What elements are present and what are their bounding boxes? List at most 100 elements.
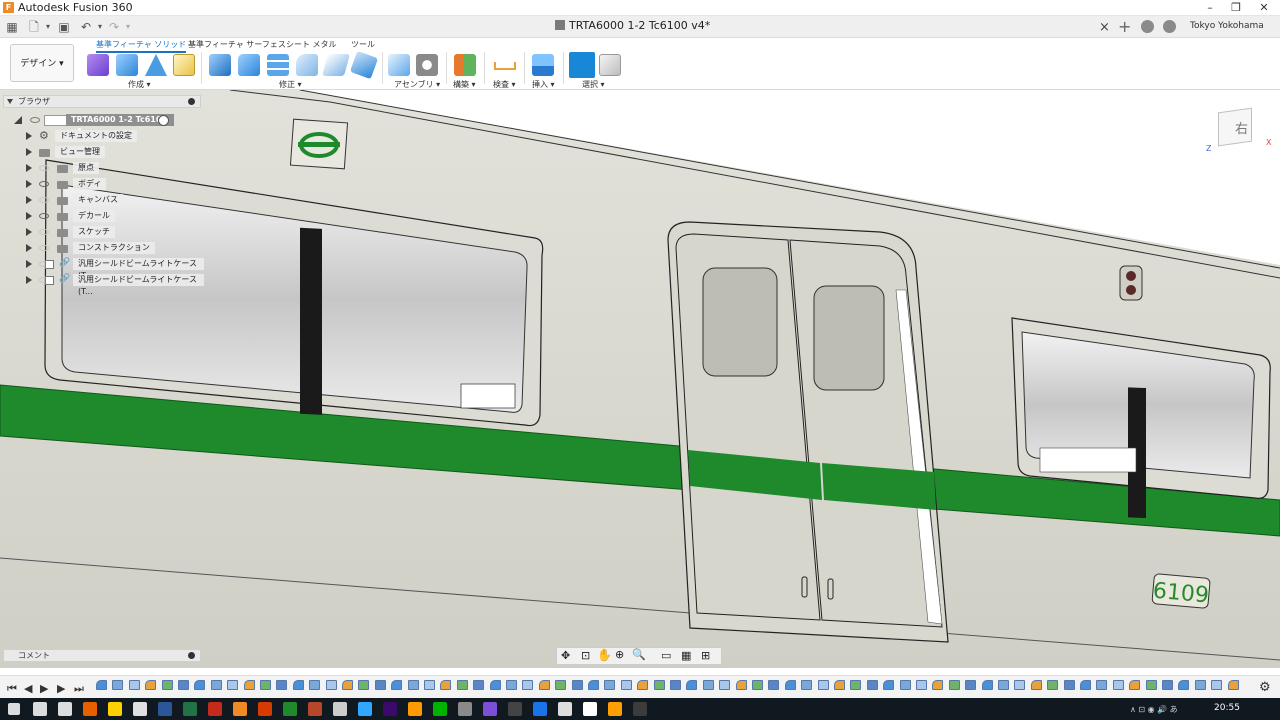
tab-tools[interactable]: ツール	[351, 39, 375, 50]
viewports-icon[interactable]: ⊞	[701, 649, 710, 662]
modify-group-label[interactable]: 修正 ▾	[279, 79, 302, 90]
visibility-eye-icon[interactable]	[39, 229, 49, 235]
timeline-feature-icon[interactable]	[1030, 680, 1042, 690]
fit-zoom-icon[interactable]: 🔍	[632, 648, 646, 661]
construct-group-label[interactable]: 構築 ▾	[453, 79, 476, 90]
shell-icon[interactable]	[267, 54, 289, 76]
timeline-feature-icon[interactable]	[358, 680, 370, 690]
timeline-feature-icon[interactable]	[440, 680, 452, 690]
timeline-feature-icon[interactable]	[981, 680, 993, 690]
timeline-feature-icon[interactable]	[834, 680, 845, 690]
pan-hand-icon[interactable]: ✋	[597, 648, 612, 662]
browser-tree-item[interactable]: デカール	[26, 210, 204, 223]
visibility-eye-icon[interactable]	[39, 165, 49, 171]
timeline-feature-icon[interactable]	[1047, 680, 1059, 690]
maximize-button[interactable]: ❐	[1222, 0, 1250, 16]
timeline-feature-icon[interactable]	[604, 680, 616, 690]
expand-arrow-icon[interactable]	[26, 276, 32, 284]
taskbar-app-icon[interactable]	[108, 702, 122, 716]
taskbar-app-icon[interactable]	[133, 702, 147, 716]
timeline-feature-icon[interactable]	[1014, 680, 1026, 690]
timeline-feature-icon[interactable]	[489, 680, 501, 690]
timeline-feature-icon[interactable]	[1145, 680, 1157, 690]
expand-arrow-icon[interactable]	[26, 212, 32, 220]
timeline-feature-icon[interactable]	[555, 680, 567, 690]
timeline-feature-icon[interactable]	[210, 680, 222, 690]
comments-panel-header[interactable]: コメント	[3, 649, 201, 662]
browser-tree-item[interactable]: コンストラクション	[26, 242, 204, 255]
timeline-feature-icon[interactable]	[588, 680, 599, 690]
insert-image-icon[interactable]	[532, 54, 554, 76]
timeline-feature-icon[interactable]	[571, 680, 583, 690]
timeline-feature-icon[interactable]	[965, 680, 977, 690]
expand-arrow-icon[interactable]	[26, 180, 32, 188]
split-icon[interactable]	[349, 50, 379, 80]
job-status-icon[interactable]	[1141, 20, 1154, 33]
timeline-feature-icon[interactable]	[752, 680, 763, 690]
workspace-switcher-button[interactable]: デザイン ▾	[10, 44, 74, 82]
timeline-start-button[interactable]: ⏮	[7, 682, 17, 696]
visibility-eye-icon[interactable]	[39, 197, 49, 203]
minimize-button[interactable]: –	[1196, 0, 1224, 16]
timeline-settings-icon[interactable]: ⚙	[1259, 680, 1271, 695]
timeline-feature-icon[interactable]	[637, 680, 649, 690]
timeline-feature-icon[interactable]	[883, 680, 895, 690]
display-settings-icon[interactable]: ▭	[661, 649, 671, 662]
taskbar-app-icon[interactable]	[308, 702, 322, 716]
chamfer-icon[interactable]	[296, 54, 318, 76]
taskbar-app-icon[interactable]	[233, 702, 247, 716]
taskbar-app-icon[interactable]	[83, 702, 97, 716]
taskbar-app-icon[interactable]	[633, 702, 647, 716]
insert-group-label[interactable]: 挿入 ▾	[532, 79, 555, 90]
browser-root-row[interactable]: TRTA6000 1-2 Tc6100 v4	[14, 114, 174, 136]
timeline-feature-icon[interactable]	[1194, 680, 1206, 690]
timeline-feature-icon[interactable]	[374, 680, 386, 690]
taskbar-app-icon[interactable]	[458, 702, 472, 716]
revolve-icon[interactable]	[145, 54, 167, 76]
timeline-feature-icon[interactable]	[538, 680, 550, 690]
press-pull-icon[interactable]	[209, 54, 231, 76]
grid-settings-icon[interactable]: ▦	[681, 649, 691, 662]
notification-icon[interactable]	[1163, 20, 1176, 33]
look-at-icon[interactable]: ⊡	[581, 649, 590, 662]
taskbar-app-icon[interactable]	[183, 702, 197, 716]
browser-tree-item[interactable]: ボディ	[26, 178, 204, 191]
timeline-feature-icon[interactable]	[1227, 680, 1239, 690]
browser-tree-item[interactable]: ⚙ ドキュメントの設定	[26, 129, 204, 143]
timeline-feature-icon[interactable]	[768, 680, 780, 690]
browser-tree-item[interactable]: 🔗汎用シールドビームライトケース(T...	[26, 258, 204, 280]
timeline-forward-button[interactable]: ▶	[57, 682, 65, 695]
timeline-feature-icon[interactable]	[1178, 680, 1190, 690]
timeline-feature-icon[interactable]	[866, 680, 878, 690]
expand-arrow-icon[interactable]	[26, 260, 32, 268]
taskbar-app-icon[interactable]	[583, 702, 597, 716]
timeline-feature-icon[interactable]	[702, 680, 714, 690]
inspect-group-label[interactable]: 検査 ▾	[493, 79, 516, 90]
taskbar-app-icon[interactable]	[483, 702, 497, 716]
timeline-feature-icon[interactable]	[1112, 680, 1124, 690]
timeline-feature-icon[interactable]	[456, 680, 468, 690]
expand-arrow-icon[interactable]	[26, 244, 32, 252]
taskbar-app-icon[interactable]	[533, 702, 547, 716]
timeline-feature-icon[interactable]	[309, 680, 321, 690]
view-cube[interactable]: 右 Z X	[1206, 107, 1271, 153]
taskbar-app-icon[interactable]	[383, 702, 397, 716]
task-view-icon[interactable]	[58, 702, 72, 716]
taskbar-app-icon[interactable]	[283, 702, 297, 716]
close-tab-icon[interactable]: ×	[1099, 20, 1110, 35]
document-tab[interactable]: TRTA6000 1-2 Tc6100 v4*	[555, 19, 710, 32]
expand-arrow-icon[interactable]	[26, 228, 32, 236]
timeline-feature-icon[interactable]	[473, 680, 485, 690]
taskbar-app-icon[interactable]	[558, 702, 572, 716]
taskbar-app-icon[interactable]	[408, 702, 422, 716]
timeline-feature-icon[interactable]	[850, 680, 862, 690]
tab-solid[interactable]: 基準フィーチャ ソリッド	[96, 39, 187, 53]
timeline-feature-icon[interactable]	[801, 680, 813, 690]
timeline-feature-icon[interactable]	[161, 680, 173, 690]
timeline-feature-icon[interactable]	[948, 680, 960, 690]
new-tab-icon[interactable]: +	[1118, 17, 1131, 36]
expand-arrow-icon[interactable]	[26, 164, 32, 172]
timeline-feature-icon[interactable]	[998, 680, 1009, 690]
expand-arrow-icon[interactable]	[26, 132, 32, 140]
timeline-feature-icon[interactable]	[506, 680, 517, 690]
